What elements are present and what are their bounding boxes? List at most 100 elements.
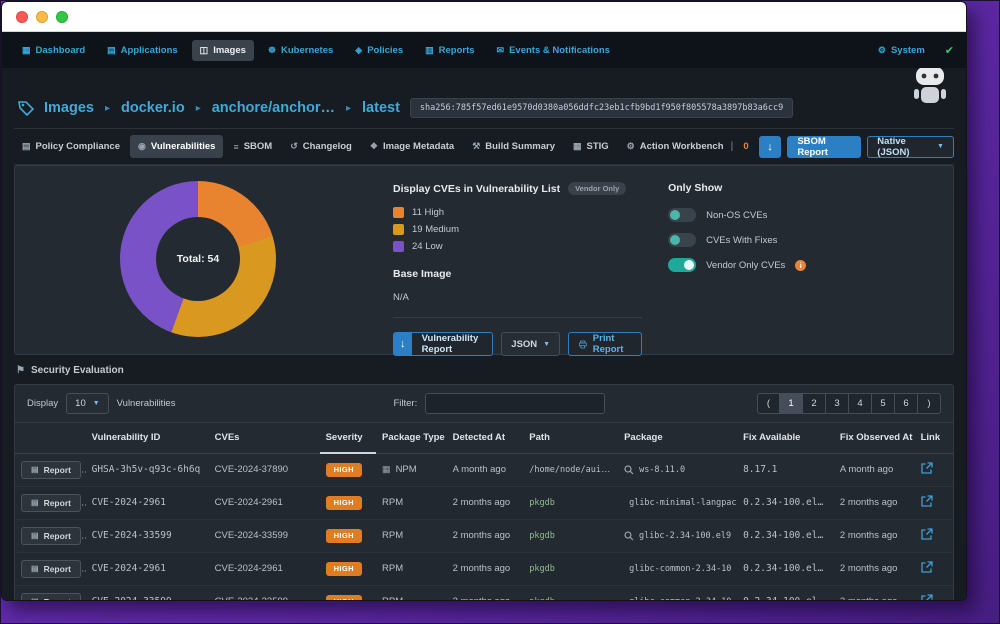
table-row: ▤Report CVE-2024-33599 CVE-2024-33599 HI… bbox=[15, 585, 953, 600]
table-row: ▤Report CVE-2024-33599 CVE-2024-33599 HI… bbox=[15, 519, 953, 552]
maximize-window-button[interactable] bbox=[56, 11, 68, 23]
vendor-only-cves-toggle[interactable] bbox=[668, 258, 696, 272]
display-label: Display bbox=[27, 398, 58, 409]
divider bbox=[393, 317, 642, 318]
sbom-icon: ≡ bbox=[233, 142, 238, 152]
tab-action-workbench[interactable]: ⚙Action Workbench|0 bbox=[619, 135, 757, 158]
breadcrumb-registry[interactable]: docker.io bbox=[121, 100, 185, 116]
nav-item-kubernetes[interactable]: ☸Kubernetes bbox=[260, 40, 341, 61]
build-summary-icon: ⚒ bbox=[472, 141, 480, 152]
donut-chart[interactable]: Total: 54 bbox=[120, 181, 276, 337]
non-os-cves-toggle[interactable] bbox=[668, 208, 696, 222]
vulnerability-report-button[interactable]: ↓ Vulnerability Report bbox=[393, 332, 493, 356]
nav-item-dashboard[interactable]: ▦Dashboard bbox=[14, 40, 93, 61]
table-row: ▤Report CVE-2024-2961 CVE-2024-2961 HIGH… bbox=[15, 552, 953, 585]
package-name[interactable]: glibc-2.34-100.el9 bbox=[639, 531, 731, 541]
tab-image-metadata[interactable]: ❖Image Metadata bbox=[362, 135, 462, 158]
vulnerability-id: CVE-2024-33599 bbox=[86, 519, 209, 552]
filter-input[interactable] bbox=[425, 393, 605, 414]
nav-item-reports[interactable]: ▥Reports bbox=[417, 40, 482, 61]
vulnerabilities-icon: ◉ bbox=[138, 141, 146, 152]
pagination-page[interactable]: 5 bbox=[872, 393, 895, 414]
pagination-page[interactable]: 2 bbox=[803, 393, 826, 414]
col-fix-observed-at[interactable]: Fix Observed At bbox=[834, 423, 915, 453]
report-button[interactable]: ▤Report bbox=[21, 494, 81, 512]
report-button[interactable]: ▤Report bbox=[21, 527, 81, 545]
pagination-prev[interactable]: ( bbox=[757, 393, 780, 414]
cve-id[interactable]: CVE-2024-33599 bbox=[209, 585, 320, 600]
external-link-icon[interactable] bbox=[921, 561, 933, 573]
nav-item-images[interactable]: ◫Images bbox=[192, 40, 254, 61]
pagination-page[interactable]: 1 bbox=[780, 393, 803, 414]
col-link[interactable]: Link bbox=[915, 423, 953, 453]
tab-policy-compliance[interactable]: ▤Policy Compliance bbox=[14, 135, 128, 158]
detected-at: 2 months ago bbox=[447, 552, 524, 585]
col-package-type[interactable]: Package Type bbox=[376, 423, 447, 453]
external-link-icon[interactable] bbox=[921, 462, 933, 474]
vendor-only-badge: Vendor Only bbox=[568, 182, 626, 195]
package-name[interactable]: glibc-minimal-langpack bbox=[629, 498, 737, 508]
pagination-page[interactable]: 3 bbox=[826, 393, 849, 414]
report-button[interactable]: ▤Report bbox=[21, 593, 81, 601]
cve-id[interactable]: CVE-2024-2961 bbox=[209, 486, 320, 519]
pagination-page[interactable]: 4 bbox=[849, 393, 872, 414]
cves-with-fixes-toggle[interactable] bbox=[668, 233, 696, 247]
external-link-icon[interactable] bbox=[921, 528, 933, 540]
info-icon[interactable]: i bbox=[795, 260, 806, 271]
vulnerabilities-table: Vulnerability ID CVEs Severity Package T… bbox=[15, 423, 953, 600]
package-path: /home/node/aui/buil… bbox=[529, 464, 618, 475]
breadcrumb-repository[interactable]: anchore/anchor… bbox=[212, 100, 335, 116]
images-icon: ◫ bbox=[200, 45, 209, 56]
cve-id[interactable]: CVE-2024-33599 bbox=[209, 519, 320, 552]
json-format-select[interactable]: JSON▼ bbox=[501, 332, 560, 356]
filter-label: Filter: bbox=[393, 398, 417, 409]
magnifier-icon bbox=[624, 465, 634, 475]
minimize-window-button[interactable] bbox=[36, 11, 48, 23]
print-report-button[interactable]: Print Report bbox=[568, 332, 642, 356]
nav-item-system[interactable]: ⚙System bbox=[870, 40, 933, 61]
col-fix-available[interactable]: Fix Available bbox=[737, 423, 834, 453]
cloud-download-icon: ↓ bbox=[767, 141, 773, 153]
package-name[interactable]: glibc-common-2.34-10 bbox=[629, 564, 731, 574]
tab-vulnerabilities[interactable]: ◉Vulnerabilities bbox=[130, 135, 223, 158]
nav-item-events[interactable]: ✉Events & Notifications bbox=[489, 40, 618, 61]
pagination-page[interactable]: 6 bbox=[895, 393, 918, 414]
col-vulnerability-id[interactable]: Vulnerability ID bbox=[86, 423, 209, 453]
download-sbom-button[interactable]: ↓ bbox=[759, 136, 782, 158]
breadcrumb-images[interactable]: Images bbox=[44, 100, 94, 116]
tab-build-summary[interactable]: ⚒Build Summary bbox=[464, 135, 563, 158]
page-body: Images ▸ docker.io ▸ anchore/anchor… ▸ l… bbox=[2, 68, 966, 600]
report-button[interactable]: ▤Report bbox=[21, 461, 81, 479]
package-name[interactable]: ws-8.11.0 bbox=[639, 465, 685, 475]
tab-sbom[interactable]: ≡SBOM bbox=[225, 135, 280, 158]
page-size-select[interactable]: 10▼ bbox=[66, 393, 109, 414]
report-button[interactable]: ▤Report bbox=[21, 560, 81, 578]
nav-item-policies[interactable]: ◈Policies bbox=[347, 40, 411, 61]
tab-changelog[interactable]: ↺Changelog bbox=[282, 135, 360, 158]
fix-available: 0.2.34-100.el9_4.2 bbox=[737, 585, 834, 600]
close-window-button[interactable] bbox=[16, 11, 28, 23]
sbom-report-button[interactable]: SBOM Report bbox=[787, 136, 861, 158]
col-cves[interactable]: CVEs bbox=[209, 423, 320, 453]
severity-badge: HIGH bbox=[326, 496, 362, 510]
external-link-icon[interactable] bbox=[921, 594, 933, 600]
detected-at: 2 months ago bbox=[447, 486, 524, 519]
col-package[interactable]: Package bbox=[618, 423, 737, 453]
fix-observed-at: 2 months ago bbox=[834, 552, 915, 585]
col-detected-at[interactable]: Detected At bbox=[447, 423, 524, 453]
package-name[interactable]: glibc-common-2.34-10 bbox=[629, 597, 731, 601]
col-severity[interactable]: Severity bbox=[320, 423, 376, 453]
breadcrumb-tag[interactable]: latest bbox=[362, 100, 400, 116]
table-controls: Display 10▼ Vulnerabilities Filter: ( 1 … bbox=[15, 385, 953, 423]
pagination-next[interactable]: ) bbox=[918, 393, 941, 414]
nav-item-applications[interactable]: ▤Applications bbox=[99, 40, 186, 61]
pagination: ( 1 2 3 4 5 6 ) bbox=[757, 393, 941, 414]
report-format-select[interactable]: Native (JSON)▼ bbox=[867, 136, 954, 158]
col-path[interactable]: Path bbox=[523, 423, 618, 453]
tab-stig[interactable]: ▦STIG bbox=[565, 135, 617, 158]
external-link-icon[interactable] bbox=[921, 495, 933, 507]
cve-id[interactable]: CVE-2024-37890 bbox=[209, 453, 320, 486]
donut-total-label: Total: 54 bbox=[120, 181, 276, 337]
cve-id[interactable]: CVE-2024-2961 bbox=[209, 552, 320, 585]
package-path: pkgdb bbox=[529, 531, 555, 541]
